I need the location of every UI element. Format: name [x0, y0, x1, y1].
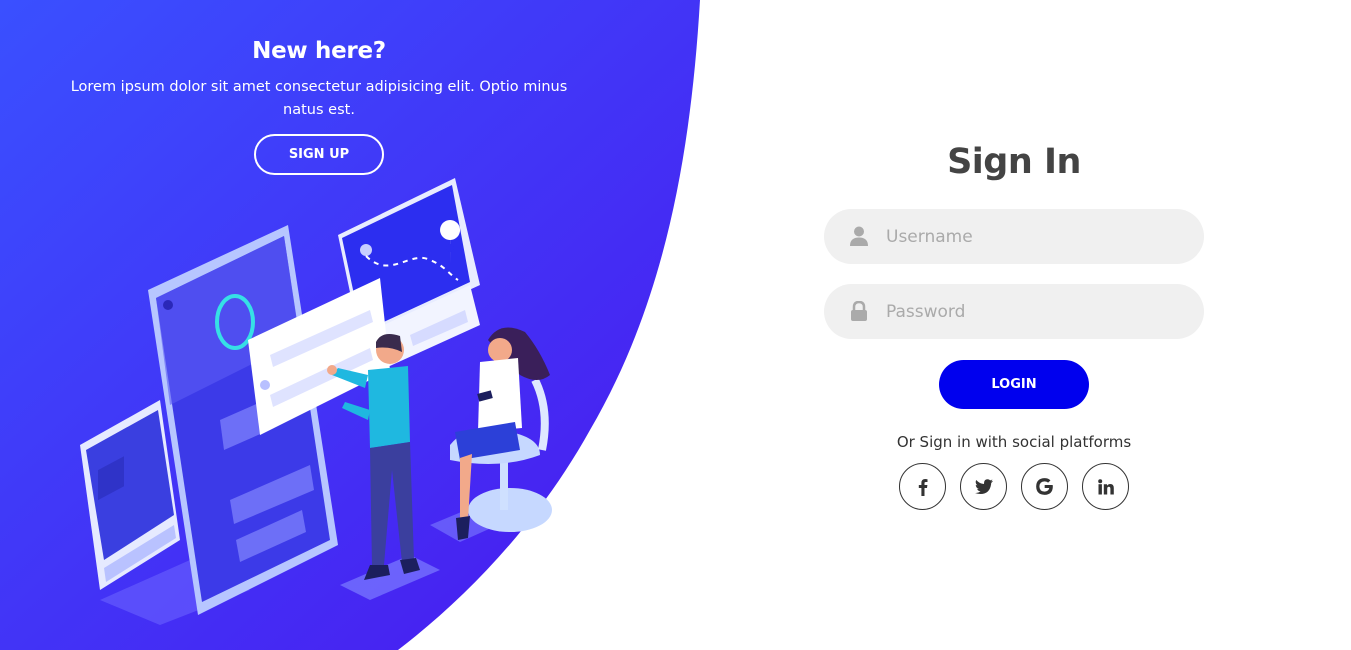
username-field[interactable]	[824, 209, 1204, 264]
sign-in-page: New here? Lorem ipsum dolor sit amet con…	[0, 0, 1351, 650]
facebook-icon	[918, 478, 927, 496]
username-input[interactable]	[886, 209, 1186, 264]
sign-in-form: Sign In LOGIN Or Sign in with social pla…	[824, 140, 1204, 510]
password-input[interactable]	[886, 284, 1186, 339]
password-field[interactable]	[824, 284, 1204, 339]
facebook-button[interactable]	[899, 463, 946, 510]
new-here-panel: New here? Lorem ipsum dolor sit amet con…	[70, 38, 568, 175]
linkedin-button[interactable]	[1082, 463, 1129, 510]
app-illustration	[80, 178, 552, 625]
lock-icon	[851, 301, 867, 321]
social-platforms-text: Or Sign in with social platforms	[896, 433, 1132, 451]
twitter-icon	[974, 479, 993, 494]
google-button[interactable]	[1021, 463, 1068, 510]
new-here-title: New here?	[252, 38, 386, 64]
sign-in-title: Sign In	[947, 142, 1081, 182]
sign-up-button[interactable]: SIGN UP	[254, 134, 384, 175]
twitter-button[interactable]	[960, 463, 1007, 510]
linkedin-icon	[1097, 478, 1114, 494]
login-button[interactable]: LOGIN	[939, 360, 1089, 409]
social-login-row	[824, 463, 1204, 510]
google-icon	[1036, 478, 1053, 495]
user-icon	[850, 226, 868, 246]
new-here-description: Lorem ipsum dolor sit amet consectetur a…	[70, 79, 568, 118]
